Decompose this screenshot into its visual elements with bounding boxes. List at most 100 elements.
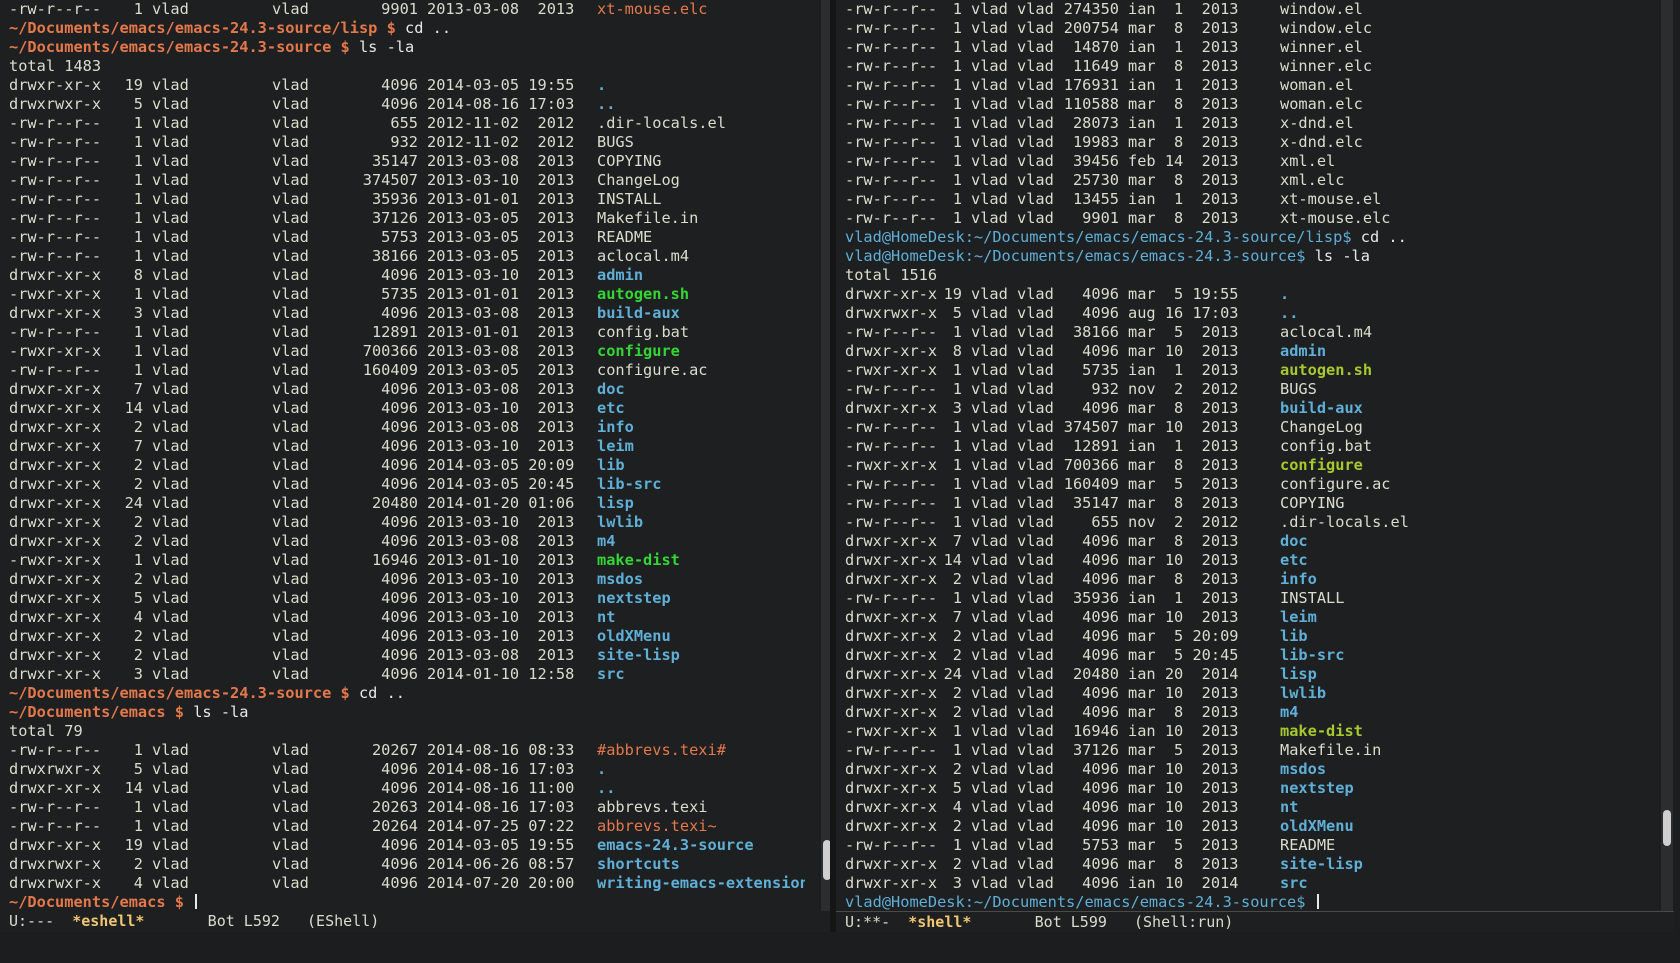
file-name[interactable]: .dir-locals.el [1280,513,1409,532]
file-name[interactable]: nt [597,608,615,627]
command-text[interactable]: cd .. [405,19,451,37]
file-name[interactable]: abbrevs.texi [597,798,708,817]
file-name[interactable]: build-aux [1280,399,1363,418]
file-name[interactable]: Makefile.in [597,209,698,228]
file-name[interactable]: . [1280,285,1289,304]
file-name[interactable]: xt-mouse.elc [597,0,708,19]
file-name[interactable]: lwlib [597,513,643,532]
file-name[interactable]: make-dist [597,551,680,570]
command-text[interactable]: ls -la [193,703,248,721]
file-name[interactable]: aclocal.m4 [597,247,689,266]
file-name[interactable]: doc [597,380,625,399]
file-name[interactable]: msdos [597,570,643,589]
file-name[interactable]: winner.elc [1280,57,1372,76]
file-name[interactable]: writing-emacs-extensions [597,874,805,893]
file-name[interactable]: window.elc [1280,19,1372,38]
file-name[interactable]: abbrevs.texi~ [597,817,717,836]
file-name[interactable]: aclocal.m4 [1280,323,1372,342]
shell-window[interactable]: -rw-r--r-- 1 vlad vlad 274350 ian 1 2013 windo… [836,0,1659,911]
file-name[interactable]: m4 [1280,703,1298,722]
file-name[interactable]: config.bat [597,323,689,342]
file-name[interactable]: msdos [1280,760,1326,779]
file-name[interactable]: . [597,760,606,779]
file-name[interactable]: woman.elc [1280,95,1363,114]
file-name[interactable]: .dir-locals.el [597,114,726,133]
file-name[interactable]: woman.el [1280,76,1354,95]
file-name[interactable]: m4 [597,532,615,551]
eshell-output[interactable]: -rw-r--r-- 1 vlad vlad 9901 2013-03-08 2013 xt… [9,0,805,911]
file-name[interactable]: oldXMenu [1280,817,1354,836]
file-name[interactable]: COPYING [597,152,661,171]
file-name[interactable]: xml.elc [1280,171,1344,190]
text-cursor[interactable] [195,894,198,909]
file-name[interactable]: . [597,76,606,95]
file-name[interactable]: BUGS [1280,380,1317,399]
file-name[interactable]: src [597,665,625,684]
file-name[interactable]: admin [597,266,643,285]
file-name[interactable]: Makefile.in [1280,741,1381,760]
file-name[interactable]: info [1280,570,1317,589]
file-name[interactable]: window.el [1280,0,1363,19]
command-text[interactable]: cd .. [1361,228,1407,246]
file-name[interactable]: etc [1280,551,1308,570]
command-text[interactable]: cd .. [359,684,405,702]
file-name[interactable]: config.bat [1280,437,1372,456]
file-name[interactable]: winner.el [1280,38,1363,57]
text-cursor[interactable] [1316,894,1319,909]
file-name[interactable]: oldXMenu [597,627,671,646]
file-name[interactable]: nextstep [1280,779,1354,798]
file-name[interactable]: info [597,418,634,437]
file-name[interactable]: leim [1280,608,1317,627]
file-name[interactable]: lwlib [1280,684,1326,703]
file-name[interactable]: etc [597,399,625,418]
file-name[interactable]: configure [1280,456,1363,475]
file-name[interactable]: ChangeLog [1280,418,1363,437]
file-name[interactable]: emacs-24.3-source [597,836,754,855]
file-name[interactable]: src [1280,874,1308,893]
file-name[interactable]: ChangeLog [597,171,680,190]
command-text[interactable]: ls -la [359,38,414,56]
file-name[interactable]: x-dnd.el [1280,114,1354,133]
eshell-window[interactable]: -rw-r--r-- 1 vlad vlad 9901 2013-03-08 2013 xt… [0,0,819,911]
file-name[interactable]: leim [597,437,634,456]
file-name[interactable]: site-lisp [597,646,680,665]
shell-output[interactable]: -rw-r--r-- 1 vlad vlad 274350 ian 1 2013 windo… [845,0,1645,911]
file-name[interactable]: lib-src [1280,646,1344,665]
file-name[interactable]: x-dnd.elc [1280,133,1363,152]
file-name[interactable]: INSTALL [597,190,661,209]
file-name[interactable]: lib [1280,627,1308,646]
file-name[interactable]: BUGS [597,133,634,152]
file-name[interactable]: nt [1280,798,1298,817]
file-name[interactable]: #abbrevs.texi# [597,741,726,760]
file-name[interactable]: autogen.sh [1280,361,1372,380]
file-name[interactable]: configure.ac [1280,475,1391,494]
file-name[interactable]: admin [1280,342,1326,361]
file-name[interactable]: nextstep [597,589,671,608]
modeline-buffer-name[interactable]: *eshell* [72,912,144,930]
file-name[interactable]: lisp [1280,665,1317,684]
minibuffer[interactable] [0,932,1680,963]
file-name[interactable]: .. [597,779,615,798]
file-name[interactable]: configure [597,342,680,361]
command-text[interactable]: ls -la [1315,247,1370,265]
file-name[interactable]: INSTALL [1280,589,1344,608]
file-name[interactable]: README [1280,836,1335,855]
file-name[interactable]: doc [1280,532,1308,551]
file-name[interactable]: site-lisp [1280,855,1363,874]
file-name[interactable]: .. [1280,304,1298,323]
file-name[interactable]: .. [597,95,615,114]
file-name[interactable]: make-dist [1280,722,1363,741]
file-name[interactable]: README [597,228,652,247]
file-name[interactable]: xt-mouse.elc [1280,209,1391,228]
file-name[interactable]: COPYING [1280,494,1344,513]
file-name[interactable]: lisp [597,494,634,513]
file-name[interactable]: xt-mouse.el [1280,190,1381,209]
file-name[interactable]: lib [597,456,625,475]
shell-scrollbar[interactable] [1661,0,1673,911]
shell-scroll-thumb[interactable] [1663,810,1671,846]
modeline-buffer-name[interactable]: *shell* [908,913,971,931]
file-name[interactable]: configure.ac [597,361,708,380]
file-name[interactable]: build-aux [597,304,680,323]
file-name[interactable]: xml.el [1280,152,1335,171]
file-name[interactable]: shortcuts [597,855,680,874]
